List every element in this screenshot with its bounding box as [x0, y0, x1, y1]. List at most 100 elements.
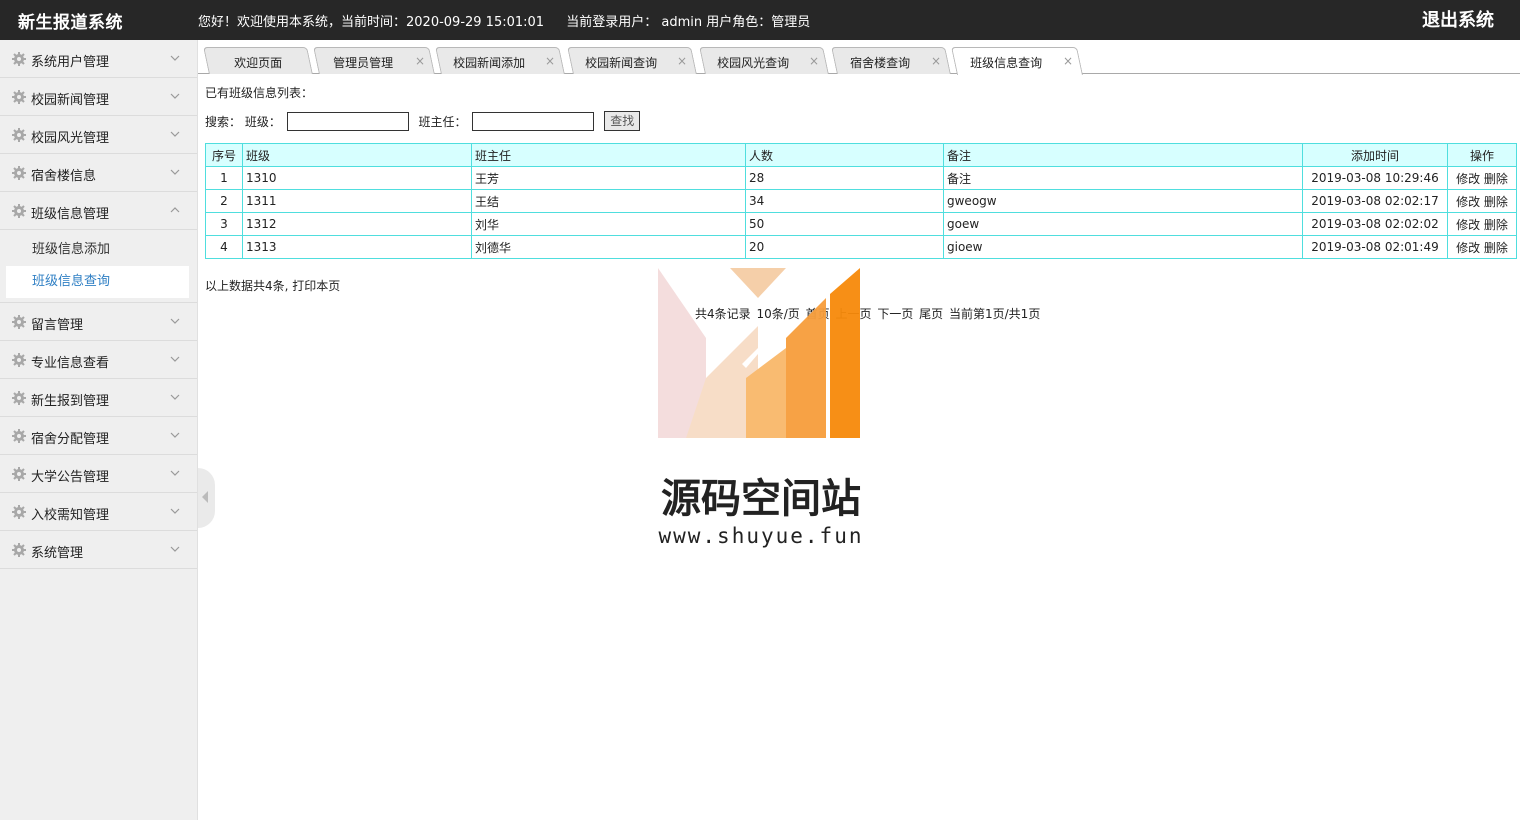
- col-note: 备注: [943, 143, 1303, 167]
- tab-label: 欢迎页面: [234, 56, 283, 70]
- pager-next[interactable]: 下一页: [877, 307, 913, 321]
- close-icon[interactable]: ×: [931, 54, 941, 68]
- cell-actions: 修改 删除: [1447, 212, 1517, 236]
- tab-label: 宿舍楼查询: [850, 56, 911, 70]
- tab-bar: 欢迎页面 管理员管理 × 校园新闻添加 × 校园新闻查询 × 校园风光查询 × 宿舍楼查…: [198, 40, 1520, 75]
- sidebar-menu: 系统用户管理 校园新闻管理 校园风光管理 宿舍楼信息 班级信息管理 班级信息添加…: [0, 40, 197, 569]
- edit-link[interactable]: 修改: [1456, 218, 1480, 232]
- close-icon[interactable]: ×: [809, 54, 819, 68]
- class-table: 序号 班级 班主任 人数 备注 添加时间 操作 1 1310 王芳 28 备注 …: [205, 143, 1517, 259]
- close-icon[interactable]: ×: [1063, 54, 1073, 68]
- chevron-down-icon: [170, 508, 180, 514]
- sidebar-item-dormitory[interactable]: 宿舍楼信息: [0, 154, 197, 192]
- sidebar-item-news[interactable]: 校园新闻管理: [0, 78, 197, 116]
- tab-label: 班级信息查询: [970, 56, 1043, 70]
- sidebar-item-announcements[interactable]: 大学公告管理: [0, 455, 197, 493]
- submenu-class-add[interactable]: 班级信息添加: [6, 234, 189, 266]
- tab-class-query[interactable]: 班级信息查询 ×: [951, 47, 1083, 75]
- sidebar-item-system[interactable]: 系统管理: [0, 531, 197, 569]
- cell-count: 28: [745, 166, 944, 190]
- table-header-row: 序号 班级 班主任 人数 备注 添加时间 操作: [205, 143, 1517, 167]
- sidebar-item-label: 留言管理: [31, 318, 84, 333]
- sidebar-item-label: 校园新闻管理: [31, 93, 110, 108]
- cell-teacher: 王芳: [471, 166, 746, 190]
- top-header: 新生报道系统 您好！欢迎使用本系统，当前时间：2020-09-29 15:01:…: [0, 0, 1520, 40]
- sidebar-item-class-info[interactable]: 班级信息管理: [0, 192, 197, 230]
- gear-icon: [12, 204, 26, 218]
- table-row: 3 1312 刘华 50 goew 2019-03-08 02:02:02 修改…: [205, 212, 1517, 236]
- tab-news-query[interactable]: 校园新闻查询 ×: [567, 47, 697, 74]
- gear-icon: [12, 467, 26, 481]
- chevron-down-icon: [170, 169, 180, 175]
- cell-class: 1311: [242, 189, 472, 213]
- print-link[interactable]: 打印本页: [292, 279, 340, 293]
- delete-link[interactable]: 删除: [1484, 172, 1508, 186]
- teacher-search-input[interactable]: [472, 111, 595, 131]
- table-row: 1 1310 王芳 28 备注 2019-03-08 10:29:46 修改 删…: [205, 166, 1517, 190]
- gear-icon: [12, 166, 26, 180]
- tab-admin-management[interactable]: 管理员管理 ×: [313, 47, 435, 74]
- gear-icon: [12, 52, 26, 66]
- delete-link[interactable]: 删除: [1484, 241, 1508, 255]
- cell-note: goew: [943, 212, 1303, 236]
- cell-count: 50: [745, 212, 944, 236]
- tab-label: 校园新闻查询: [585, 56, 658, 70]
- sidebar-item-registration[interactable]: 新生报到管理: [0, 379, 197, 417]
- class-label: 班级：: [244, 114, 281, 129]
- cell-actions: 修改 删除: [1447, 166, 1517, 190]
- delete-link[interactable]: 删除: [1484, 195, 1508, 209]
- submenu-class-query[interactable]: 班级信息查询: [6, 266, 189, 298]
- edit-link[interactable]: 修改: [1456, 172, 1480, 186]
- edit-link[interactable]: 修改: [1456, 241, 1480, 255]
- sidebar-item-enrollment-notice[interactable]: 入校需知管理: [0, 493, 197, 531]
- gear-icon: [12, 391, 26, 405]
- class-info-submenu: 班级信息添加 班级信息查询: [0, 230, 197, 303]
- sidebar-item-label: 系统管理: [31, 546, 84, 561]
- sidebar-item-label: 大学公告管理: [31, 470, 110, 485]
- sidebar-item-messages[interactable]: 留言管理: [0, 303, 197, 341]
- gear-icon: [12, 429, 26, 443]
- chevron-down-icon: [170, 356, 180, 362]
- pager-current: 当前第1页/共1页: [949, 307, 1041, 321]
- cell-class: 1313: [242, 235, 472, 259]
- edit-link[interactable]: 修改: [1456, 195, 1480, 209]
- close-icon[interactable]: ×: [415, 54, 425, 68]
- table-row: 2 1311 王结 34 gweogw 2019-03-08 02:02:17 …: [205, 189, 1517, 213]
- gear-icon: [12, 315, 26, 329]
- tab-scenery-query[interactable]: 校园风光查询 ×: [699, 47, 829, 74]
- cell-no: 1: [205, 166, 243, 190]
- col-time: 添加时间: [1302, 143, 1448, 167]
- watermark: 源码空间站 www.shuyue.fun: [646, 268, 876, 558]
- cell-teacher: 刘德华: [471, 235, 746, 259]
- gear-icon: [12, 128, 26, 142]
- tab-dorm-query[interactable]: 宿舍楼查询 ×: [831, 47, 951, 74]
- watermark-url: www.shuyue.fun: [658, 524, 864, 548]
- sidebar-item-dorm-assignment[interactable]: 宿舍分配管理: [0, 417, 197, 455]
- cell-count: 20: [745, 235, 944, 259]
- col-no: 序号: [205, 143, 243, 167]
- sidebar-collapse-handle[interactable]: [198, 468, 215, 528]
- delete-link[interactable]: 删除: [1484, 218, 1508, 232]
- logout-button[interactable]: 退出系统: [1422, 6, 1494, 32]
- tab-welcome[interactable]: 欢迎页面: [203, 47, 313, 74]
- chevron-down-icon: [170, 131, 180, 137]
- welcome-bar: 您好！欢迎使用本系统，当前时间：2020-09-29 15:01:01 当前登录…: [198, 11, 814, 30]
- summary-text: 以上数据共4条,: [205, 279, 293, 293]
- sidebar-item-label: 宿舍楼信息: [31, 169, 97, 184]
- sidebar-item-label: 入校需知管理: [31, 508, 110, 523]
- user-info: 当前登录用户： admin 用户角色：管理员: [566, 15, 811, 30]
- close-icon[interactable]: ×: [545, 54, 555, 68]
- cell-class: 1312: [242, 212, 472, 236]
- search-button[interactable]: 查找: [604, 111, 641, 131]
- tab-news-add[interactable]: 校园新闻添加 ×: [435, 47, 565, 74]
- cell-teacher: 刘华: [471, 212, 746, 236]
- close-icon[interactable]: ×: [677, 54, 687, 68]
- sidebar-item-majors[interactable]: 专业信息查看: [0, 341, 197, 379]
- sidebar-item-user-admin[interactable]: 系统用户管理: [0, 40, 197, 78]
- col-count: 人数: [745, 143, 944, 167]
- cell-note: 备注: [943, 166, 1303, 190]
- class-search-input[interactable]: [286, 111, 409, 131]
- pager-last[interactable]: 尾页: [919, 307, 943, 321]
- sidebar-item-scenery[interactable]: 校园风光管理: [0, 116, 197, 154]
- gear-icon: [12, 505, 26, 519]
